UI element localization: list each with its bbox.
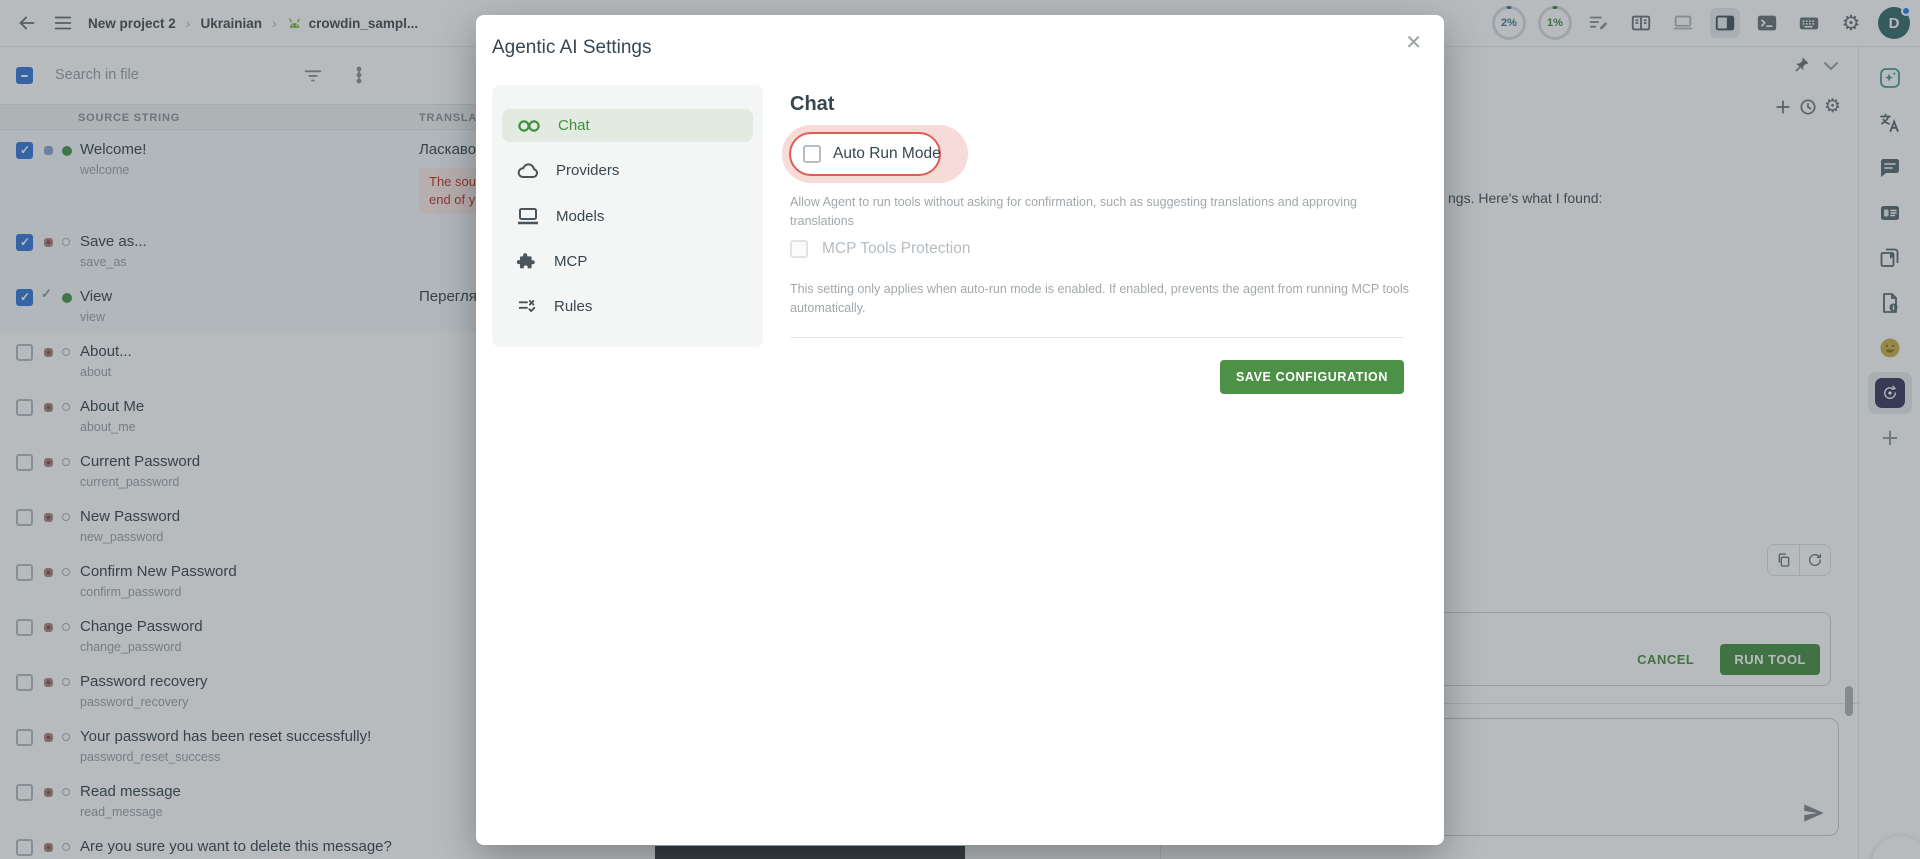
auto-run-checkbox[interactable] — [803, 145, 821, 163]
chat-infinity-icon — [516, 117, 542, 135]
save-configuration-button[interactable]: SAVE CONFIGURATION — [1220, 360, 1404, 394]
puzzle-icon — [516, 250, 538, 272]
auto-run-description: Allow Agent to run tools without asking … — [790, 193, 1402, 231]
modal-title: Agentic AI Settings — [492, 37, 652, 59]
mcp-protection-checkbox[interactable] — [790, 240, 808, 258]
mcp-protection-label: MCP Tools Protection — [822, 240, 970, 258]
auto-run-label: Auto Run Mode — [833, 145, 941, 163]
cloud-icon — [516, 161, 540, 181]
mcp-protection-setting: MCP Tools Protection — [790, 240, 970, 258]
close-icon[interactable]: ✕ — [1405, 33, 1422, 53]
agentic-ai-settings-modal: Agentic AI Settings ✕ Chat Providers Mod… — [476, 15, 1444, 845]
nav-item-providers[interactable]: Providers — [502, 154, 753, 187]
rules-list-icon — [516, 295, 538, 317]
nav-item-rules[interactable]: Rules — [502, 290, 753, 323]
auto-run-setting: Auto Run Mode — [789, 132, 941, 176]
modal-divider — [790, 337, 1404, 338]
laptop-icon — [516, 206, 540, 226]
mcp-protection-description: This setting only applies when auto-run … — [790, 280, 1412, 318]
nav-item-chat[interactable]: Chat — [502, 109, 753, 142]
crowdin-editor: New project 2 › Ukrainian › crowdin_samp… — [0, 0, 1920, 859]
nav-item-models[interactable]: Models — [502, 199, 753, 232]
section-heading: Chat — [790, 93, 834, 116]
nav-item-mcp[interactable]: MCP — [502, 245, 753, 278]
modal-nav: Chat Providers Models MCP — [492, 85, 763, 347]
